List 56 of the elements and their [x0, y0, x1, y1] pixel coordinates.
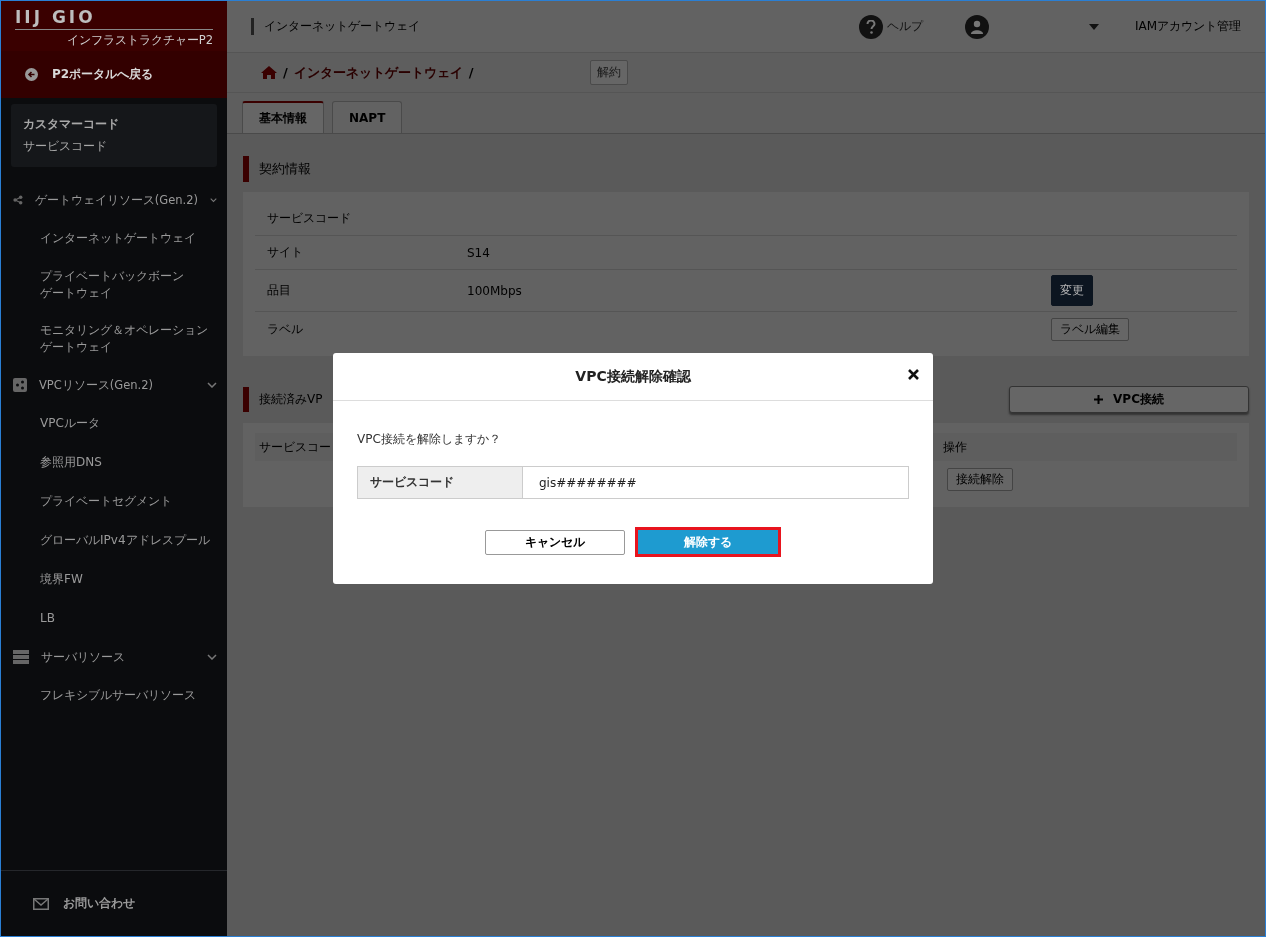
nav-group[interactable]: VPCリソース(Gen.2) — [1, 366, 227, 404]
server-icon — [13, 650, 29, 664]
breadcrumb-separator: / — [468, 65, 474, 80]
nav-item[interactable]: インターネットゲートウェイ — [1, 219, 227, 258]
user-avatar[interactable] — [964, 14, 989, 39]
field-value: 100Mbps — [466, 283, 523, 298]
nav-item[interactable]: LB — [1, 599, 227, 638]
logo: IIJ GIO — [15, 7, 213, 30]
share-icon — [13, 378, 27, 392]
back-link[interactable]: P2ポータルへ戻る — [1, 51, 227, 98]
field-label: サイト — [266, 244, 304, 261]
nav-item[interactable]: 境界FW — [1, 560, 227, 599]
chevron-icon — [207, 654, 217, 660]
mail-icon — [33, 897, 49, 910]
breadcrumb-separator: / — [283, 65, 288, 80]
edit-label-button[interactable]: ラベル編集 — [1051, 317, 1129, 341]
field-value: S14 — [466, 245, 491, 260]
page-title: インターネットゲートウェイ — [251, 18, 851, 35]
plus-icon — [1094, 395, 1104, 404]
nav-item[interactable]: グローバルIPv4アドレスプール — [1, 521, 227, 560]
contact-link[interactable]: お問い合わせ — [1, 870, 227, 936]
nav-item[interactable]: モニタリング＆オペレーション ゲートウェイ — [1, 312, 227, 366]
dialog-message: VPC接続を解除しますか？ — [357, 431, 501, 448]
close-button[interactable] — [908, 369, 919, 380]
help-icon — [858, 14, 883, 39]
nav-group[interactable]: ゲートウェイリソース(Gen.2) — [1, 181, 227, 219]
nav-group[interactable]: サーバリソース — [1, 638, 227, 676]
customer-info: カスタマーコード — [23, 116, 120, 133]
section-title: 契約情報 — [243, 156, 311, 182]
nav-item[interactable]: 参照用DNS — [1, 443, 227, 482]
column-header: 操作 — [942, 438, 967, 456]
customer-info: サービスコード — [23, 138, 108, 155]
field-label: 品目 — [266, 282, 292, 299]
field-value: gis######## — [538, 474, 637, 492]
add-vpc-button[interactable]: VPC接続 — [1009, 386, 1249, 413]
nav-item[interactable]: VPCルータ — [1, 404, 227, 443]
logo-subtitle: インフラストラクチャーP2 — [66, 33, 213, 48]
nav-item[interactable]: プライベートセグメント — [1, 482, 227, 521]
disconnect-button[interactable]: 接続解除 — [947, 467, 1013, 491]
tab[interactable]: 基本情報 — [242, 101, 324, 133]
chevron-icon — [210, 197, 217, 203]
share-icon — [13, 193, 23, 207]
change-button[interactable]: 変更 — [1051, 275, 1093, 306]
home-icon[interactable] — [261, 66, 277, 79]
dialog-title: VPC接続解除確認 — [575, 367, 691, 386]
field-label: サービスコード — [358, 467, 523, 498]
field-label: サービスコード — [266, 210, 352, 227]
chevron-icon — [207, 382, 217, 388]
cancel-button[interactable]: キャンセル — [485, 529, 625, 555]
nav-item[interactable]: プライベートバックボーン ゲートウェイ — [1, 258, 227, 312]
column-header: サービスコー — [258, 438, 331, 456]
back-arrow-icon — [25, 68, 38, 81]
section-title: 接続済みVP — [243, 387, 323, 412]
caret-icon[interactable] — [1088, 23, 1099, 30]
nav-item[interactable]: フレキシブルサーバリソース — [1, 676, 227, 715]
field-label: ラベル — [266, 320, 304, 338]
